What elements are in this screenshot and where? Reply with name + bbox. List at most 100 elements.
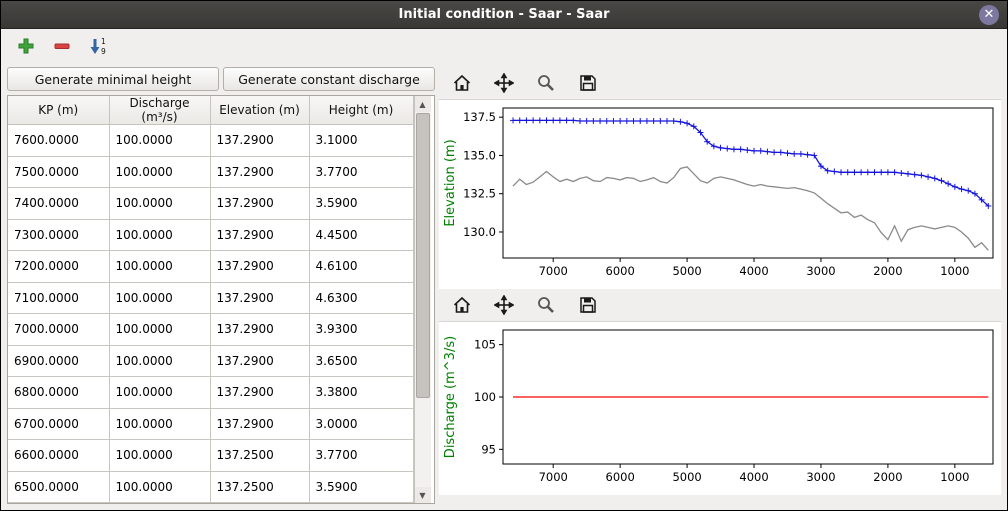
zoom-icon[interactable] xyxy=(533,292,559,318)
svg-text:2000: 2000 xyxy=(873,264,902,278)
table-cell[interactable]: 100.0000 xyxy=(109,408,210,440)
table-row: 7100.0000100.0000137.29004.6300 xyxy=(8,282,413,314)
table-cell[interactable]: 3.5900 xyxy=(309,471,413,503)
table-cell[interactable]: 100.0000 xyxy=(109,345,210,377)
svg-text:5000: 5000 xyxy=(672,264,701,278)
table-cell[interactable]: 137.2900 xyxy=(210,251,309,283)
scrollbar-thumb[interactable] xyxy=(416,113,430,398)
table-cell[interactable]: 100.0000 xyxy=(109,156,210,188)
table-cell[interactable]: 6600.0000 xyxy=(8,440,109,472)
svg-text:135.0: 135.0 xyxy=(463,148,496,162)
add-row-icon[interactable] xyxy=(15,35,37,57)
table-cell[interactable]: 137.2900 xyxy=(210,125,309,157)
table-cell[interactable]: 100.0000 xyxy=(109,440,210,472)
close-button[interactable]: ✕ xyxy=(979,5,999,25)
table-cell[interactable]: 4.6100 xyxy=(309,251,413,283)
discharge-chart[interactable]: 700060005000400030002000100095100105Disc… xyxy=(439,322,1001,492)
table-cell[interactable]: 6800.0000 xyxy=(8,377,109,409)
table-header-row: KP (m) Discharge (m³/s) Elevation (m) He… xyxy=(8,96,413,125)
table-cell[interactable]: 7100.0000 xyxy=(8,282,109,314)
table-cell[interactable]: 100.0000 xyxy=(109,282,210,314)
svg-text:137.5: 137.5 xyxy=(463,110,496,124)
generate-minimal-height-button[interactable]: Generate minimal height xyxy=(7,67,219,91)
svg-text:1000: 1000 xyxy=(940,264,969,278)
save-icon[interactable] xyxy=(575,70,601,96)
table-cell[interactable]: 100.0000 xyxy=(109,314,210,346)
home-icon[interactable] xyxy=(449,70,475,96)
svg-text:130.0: 130.0 xyxy=(463,225,496,239)
table-cell[interactable]: 137.2500 xyxy=(210,440,309,472)
window-title: Initial condition - Saar - Saar xyxy=(398,7,609,22)
home-icon[interactable] xyxy=(449,292,475,318)
svg-text:6000: 6000 xyxy=(606,470,635,484)
table-cell[interactable]: 3.6500 xyxy=(309,345,413,377)
titlebar[interactable]: Initial condition - Saar - Saar ✕ xyxy=(1,1,1007,29)
column-header-kp[interactable]: KP (m) xyxy=(8,96,109,125)
table-cell[interactable]: 100.0000 xyxy=(109,125,210,157)
table-cell[interactable]: 3.9300 xyxy=(309,314,413,346)
remove-row-icon[interactable] xyxy=(51,35,73,57)
table-row: 6500.0000100.0000137.25003.5900 xyxy=(8,471,413,503)
table-cell[interactable]: 3.3800 xyxy=(309,377,413,409)
scrollbar-down-arrow[interactable]: ▼ xyxy=(415,487,431,503)
table-cell[interactable]: 3.7700 xyxy=(309,440,413,472)
table-cell[interactable]: 3.1000 xyxy=(309,125,413,157)
generator-buttons: Generate minimal height Generate constan… xyxy=(7,67,435,91)
table-cell[interactable]: 7200.0000 xyxy=(8,251,109,283)
table-cell[interactable]: 7300.0000 xyxy=(8,219,109,251)
elevation-plot-toolbar xyxy=(439,67,1001,99)
data-table: KP (m) Discharge (m³/s) Elevation (m) He… xyxy=(8,96,414,503)
table-cell[interactable]: 4.6300 xyxy=(309,282,413,314)
svg-text:1000: 1000 xyxy=(940,470,969,484)
table-cell[interactable]: 137.2500 xyxy=(210,471,309,503)
svg-text:7000: 7000 xyxy=(539,264,568,278)
column-header-discharge[interactable]: Discharge (m³/s) xyxy=(109,96,210,125)
table-row: 7500.0000100.0000137.29003.7700 xyxy=(8,156,413,188)
column-header-height[interactable]: Height (m) xyxy=(309,96,413,125)
table-cell[interactable]: 7600.0000 xyxy=(8,125,109,157)
generate-constant-discharge-button[interactable]: Generate constant discharge xyxy=(223,67,435,91)
window: Initial condition - Saar - Saar ✕ 1 9 xyxy=(0,0,1008,511)
content-area: Generate minimal height Generate constan… xyxy=(1,63,1007,510)
table-cell[interactable]: 100.0000 xyxy=(109,188,210,220)
table-cell[interactable]: 3.0000 xyxy=(309,408,413,440)
table-cell[interactable]: 137.2900 xyxy=(210,188,309,220)
table-row: 7400.0000100.0000137.29003.5900 xyxy=(8,188,413,220)
table-cell[interactable]: 137.2900 xyxy=(210,408,309,440)
svg-text:100: 100 xyxy=(474,390,496,404)
column-header-elevation[interactable]: Elevation (m) xyxy=(210,96,309,125)
pan-icon[interactable] xyxy=(491,70,517,96)
scrollbar-up-arrow[interactable]: ▲ xyxy=(415,96,431,112)
zoom-icon[interactable] xyxy=(533,70,559,96)
svg-text:3000: 3000 xyxy=(806,264,835,278)
table-cell[interactable]: 3.7700 xyxy=(309,156,413,188)
svg-text:4000: 4000 xyxy=(739,470,768,484)
table-cell[interactable]: 6700.0000 xyxy=(8,408,109,440)
table-cell[interactable]: 137.2900 xyxy=(210,219,309,251)
sort-ascending-icon[interactable]: 1 9 xyxy=(87,35,109,57)
table-cell[interactable]: 6500.0000 xyxy=(8,471,109,503)
pan-icon[interactable] xyxy=(491,292,517,318)
table-cell[interactable]: 100.0000 xyxy=(109,219,210,251)
table-cell[interactable]: 100.0000 xyxy=(109,377,210,409)
table-cell[interactable]: 6900.0000 xyxy=(8,345,109,377)
table-cell[interactable]: 7400.0000 xyxy=(8,188,109,220)
discharge-figure: 700060005000400030002000100095100105Disc… xyxy=(439,321,1001,495)
table-cell[interactable]: 137.2900 xyxy=(210,282,309,314)
table-cell[interactable]: 137.2900 xyxy=(210,377,309,409)
svg-text:Elevation (m): Elevation (m) xyxy=(443,139,458,226)
table-cell[interactable]: 100.0000 xyxy=(109,251,210,283)
table-cell[interactable]: 4.4500 xyxy=(309,219,413,251)
table-cell[interactable]: 7500.0000 xyxy=(8,156,109,188)
table-cell[interactable]: 137.2900 xyxy=(210,156,309,188)
save-icon[interactable] xyxy=(575,292,601,318)
elevation-chart[interactable]: 7000600050004000300020001000130.0132.513… xyxy=(439,100,1001,286)
table-scrollbar[interactable]: ▲ ▼ xyxy=(414,96,431,503)
table-cell[interactable]: 3.5900 xyxy=(309,188,413,220)
table-cell[interactable]: 137.2900 xyxy=(210,345,309,377)
table-cell[interactable]: 7000.0000 xyxy=(8,314,109,346)
table-cell[interactable]: 137.2900 xyxy=(210,314,309,346)
table-row: 6700.0000100.0000137.29003.0000 xyxy=(8,408,413,440)
table-row: 6800.0000100.0000137.29003.3800 xyxy=(8,377,413,409)
table-cell[interactable]: 100.0000 xyxy=(109,471,210,503)
